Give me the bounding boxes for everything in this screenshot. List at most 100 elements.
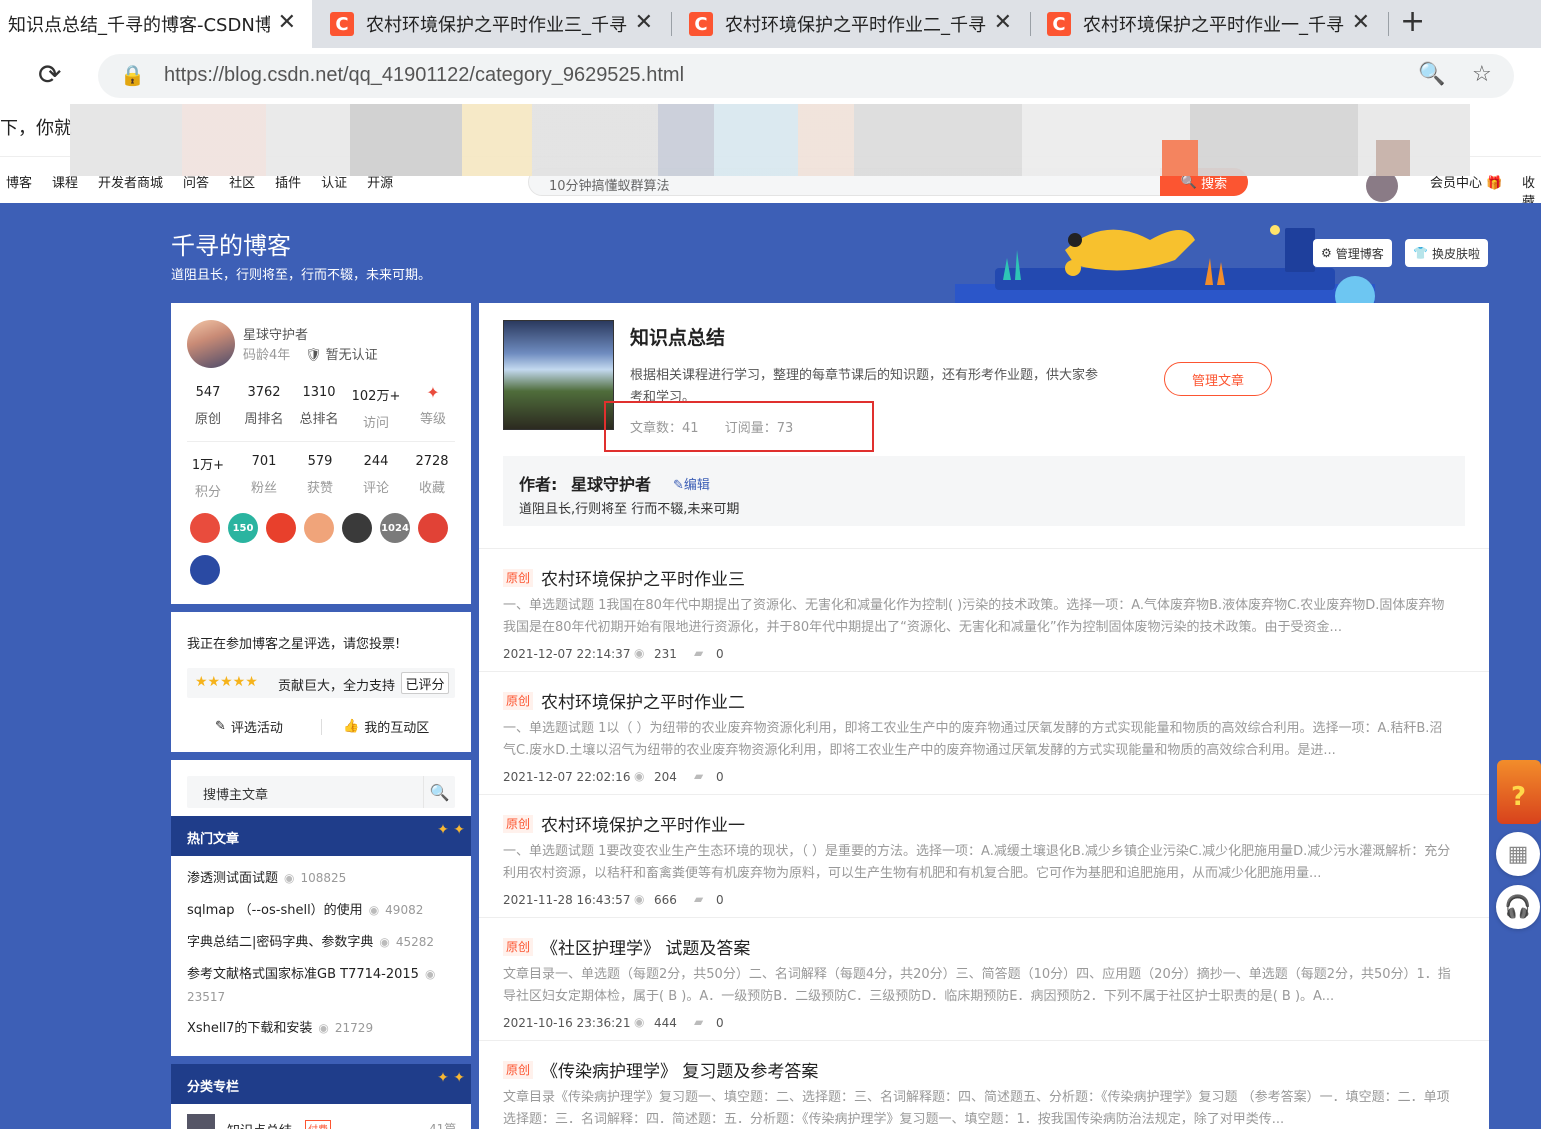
article-summary[interactable]: 文章目录《传染病护理学》复习题一、填空题：二、选择题：三、名词解释题：四、简述题… — [503, 1087, 1455, 1129]
profile-name[interactable]: 星球守护者 — [243, 324, 308, 343]
article-item[interactable]: 原创 农村环境保护之平时作业三 一、单选题试题 1我国在80年代中期提出了资源化… — [479, 548, 1489, 671]
badge-icon[interactable] — [304, 513, 334, 543]
pixelated-overlay — [1376, 140, 1410, 176]
article-summary[interactable]: 一、单选题试题 1要改变农业生产生态环境的现状，（ ）是重要的方法。选择一项：A… — [503, 841, 1455, 885]
tab-separator — [1388, 12, 1389, 36]
hot-article-item[interactable]: 字典总结二|密码字典、参数字典 ◉ 45282 — [187, 931, 457, 954]
article-title[interactable]: 农村环境保护之平时作业三 — [541, 565, 745, 590]
reload-icon[interactable]: ⟳ — [38, 58, 61, 91]
article-title[interactable]: 《传染病护理学》 复习题及参考答案 — [541, 1057, 818, 1082]
article-item[interactable]: 原创 农村环境保护之平时作业一 一、单选题试题 1要改变农业生产生态环境的现状，… — [479, 794, 1489, 917]
original-tag: 原创 — [503, 1061, 534, 1079]
article-summary[interactable]: 一、单选题试题 1我国在80年代中期提出了资源化、无害化和减量化作为控制( )污… — [503, 595, 1455, 639]
article-title[interactable]: 《社区护理学》 试题及答案 — [541, 934, 750, 959]
qr-code-icon[interactable]: ▦ — [1496, 832, 1540, 876]
badge-icon[interactable]: 1024 — [380, 513, 410, 543]
stat-fans[interactable]: 701 粉丝 — [235, 454, 293, 496]
article-title[interactable]: 农村环境保护之平时作业二 — [541, 688, 745, 713]
stray-text: 下，你就 — [0, 118, 72, 139]
hot-article-item[interactable]: sqlmap （--os-shell）的使用 ◉ 49082 — [187, 899, 457, 922]
category-thumbnail[interactable] — [187, 1114, 215, 1129]
hot-article-item[interactable]: 渗透测试面试题 ◉ 108825 — [187, 867, 457, 890]
article-date: 2021-12-07 22:14:37 — [503, 647, 631, 661]
vote-activity-label: 评选活动 — [230, 721, 283, 736]
browser-tab[interactable]: C 农村环境保护之平时作业二_千寻 ✕ — [673, 0, 1028, 48]
new-tab-button[interactable]: + — [1400, 4, 1425, 39]
author-name[interactable]: 星球守护者 — [571, 471, 651, 495]
stat-label: 收藏 — [418, 481, 445, 496]
badge-icon[interactable] — [418, 513, 448, 543]
browser-tab[interactable]: C 农村环境保护之平时作业三_千寻 ✕ — [314, 0, 669, 48]
hot-article-item[interactable]: Xshell7的下载和安装 ◉ 21729 — [187, 1017, 457, 1040]
blog-title[interactable]: 千寻的博客 — [171, 226, 291, 261]
edit-link[interactable]: ✎编辑 — [673, 474, 710, 493]
lock-icon[interactable]: 🔒 — [120, 63, 145, 87]
floating-ad[interactable]: ? — [1497, 760, 1541, 824]
article-summary[interactable]: 文章目录一、单选题（每题2分，共50分）二、名词解释（每题4分，共20分）三、简… — [503, 964, 1455, 1008]
badge-icon[interactable] — [342, 513, 372, 543]
manage-blog-button[interactable]: ⚙ 管理博客 — [1313, 239, 1392, 267]
search-icon[interactable]: 🔍 — [423, 776, 455, 808]
comment-icon: ▰ — [694, 892, 704, 906]
tab-close-icon[interactable]: ✕ — [994, 10, 1012, 35]
badge-icon[interactable] — [190, 555, 220, 585]
stat-likes[interactable]: 579 获赞 — [291, 454, 349, 496]
edit-label: 编辑 — [683, 478, 710, 493]
badge-icon[interactable] — [266, 513, 296, 543]
article-item[interactable]: 原创 农村环境保护之平时作业二 一、单选题试题 1以（ ）为纽带的农业废弃物资源… — [479, 671, 1489, 794]
vote-card: 我正在参加博客之星评选，请您投票! ★★★★★ 贡献巨大，全力支持 已评分 ✎ … — [171, 612, 471, 752]
shirt-icon: 👕 — [1413, 246, 1428, 260]
tab-close-icon[interactable]: ✕ — [1352, 10, 1370, 35]
stat-level[interactable]: ✦ 等级 — [404, 383, 462, 427]
stat-favorites[interactable]: 2728 收藏 — [403, 454, 461, 496]
comment-icon: ▰ — [694, 646, 704, 660]
article-summary[interactable]: 一、单选题试题 1以（ ）为纽带的农业废弃物资源化利用，即将工农业生产中的废弃物… — [503, 718, 1455, 762]
category-card: 知识点总结 付费 41篇 — [171, 1104, 471, 1129]
badge-icon[interactable]: 150 — [228, 513, 258, 543]
article-views: 231 — [654, 647, 677, 661]
stat-points[interactable]: 1万+ 积分 — [179, 454, 237, 500]
stat-label: 访问 — [362, 416, 389, 431]
hot-article-item[interactable]: 参考文献格式国家标准GB T7714-2015 ◉ 23517 — [187, 963, 457, 1009]
headset-support-icon[interactable]: 🎧 — [1496, 885, 1540, 929]
article-views: 666 — [654, 893, 677, 907]
avatar[interactable] — [187, 320, 235, 368]
manage-articles-button[interactable]: 管理文章 — [1164, 362, 1272, 396]
browser-tab[interactable]: C 农村环境保护之平时作业一_千寻 ✕ — [1031, 0, 1386, 48]
blog-search-input[interactable]: 搜博主文章 🔍 — [187, 776, 455, 808]
stat-label: 获赞 — [306, 481, 333, 496]
stat-week-rank[interactable]: 3762 周排名 — [235, 385, 293, 427]
omnibox[interactable]: 🔒 https://blog.csdn.net/qq_41901122/cate… — [98, 54, 1514, 98]
url-text[interactable]: https://blog.csdn.net/qq_41901122/catego… — [164, 64, 684, 87]
vote-activity-link[interactable]: ✎ 评选活动 — [215, 717, 283, 736]
tab-close-icon[interactable]: ✕ — [278, 10, 296, 35]
tab-close-icon[interactable]: ✕ — [635, 10, 653, 35]
site-search-placeholder: 10分钟搞懂蚁群算法 — [549, 179, 670, 194]
article-item[interactable]: 原创 《传染病护理学》 复习题及参考答案 文章目录《传染病护理学》复习题一、填空… — [479, 1040, 1489, 1129]
csdn-favicon-icon: C — [330, 12, 354, 36]
vote-message: 贡献巨大，全力支持 — [278, 679, 396, 694]
hot-article-title: 字典总结二|密码字典、参数字典 — [187, 935, 374, 950]
category-item-title[interactable]: 知识点总结 — [227, 1120, 292, 1129]
article-title[interactable]: 农村环境保护之平时作业一 — [541, 811, 745, 836]
favorite-star-icon[interactable]: ☆ — [1472, 62, 1492, 87]
star-rating-icon[interactable]: ★★★★★ — [195, 674, 258, 690]
stat-value: 3762 — [247, 385, 281, 400]
rated-button[interactable]: 已评分 — [401, 672, 449, 694]
stat-comments[interactable]: 244 评论 — [347, 454, 405, 496]
collect-link[interactable]: 收藏 — [1522, 172, 1541, 203]
interaction-link[interactable]: 👍 我的互动区 — [343, 717, 429, 736]
hot-articles-card: 渗透测试面试题 ◉ 108825 sqlmap （--os-shell）的使用 ◉ 49… — [171, 856, 471, 1056]
article-comments: 0 — [716, 1016, 724, 1030]
stat-original[interactable]: 547 原创 — [179, 385, 237, 427]
badge-icon[interactable] — [190, 513, 220, 543]
change-skin-button[interactable]: 👕 换皮肤啦 — [1405, 239, 1488, 267]
article-item[interactable]: 原创 《社区护理学》 试题及答案 文章目录一、单选题（每题2分，共50分）二、名… — [479, 917, 1489, 1040]
vote-box: ★★★★★ 贡献巨大，全力支持 已评分 — [187, 668, 455, 698]
nav-item[interactable]: 博客 — [6, 172, 32, 191]
tab-separator — [671, 12, 672, 36]
browser-tab-active[interactable]: 知识点总结_千寻的博客-CSDN博 ✕ — [0, 0, 312, 48]
stat-total-rank[interactable]: 1310 总排名 — [290, 385, 348, 427]
zoom-icon[interactable]: 🔍 — [1418, 62, 1445, 87]
stat-visits[interactable]: 102万+ 访问 — [347, 385, 405, 431]
